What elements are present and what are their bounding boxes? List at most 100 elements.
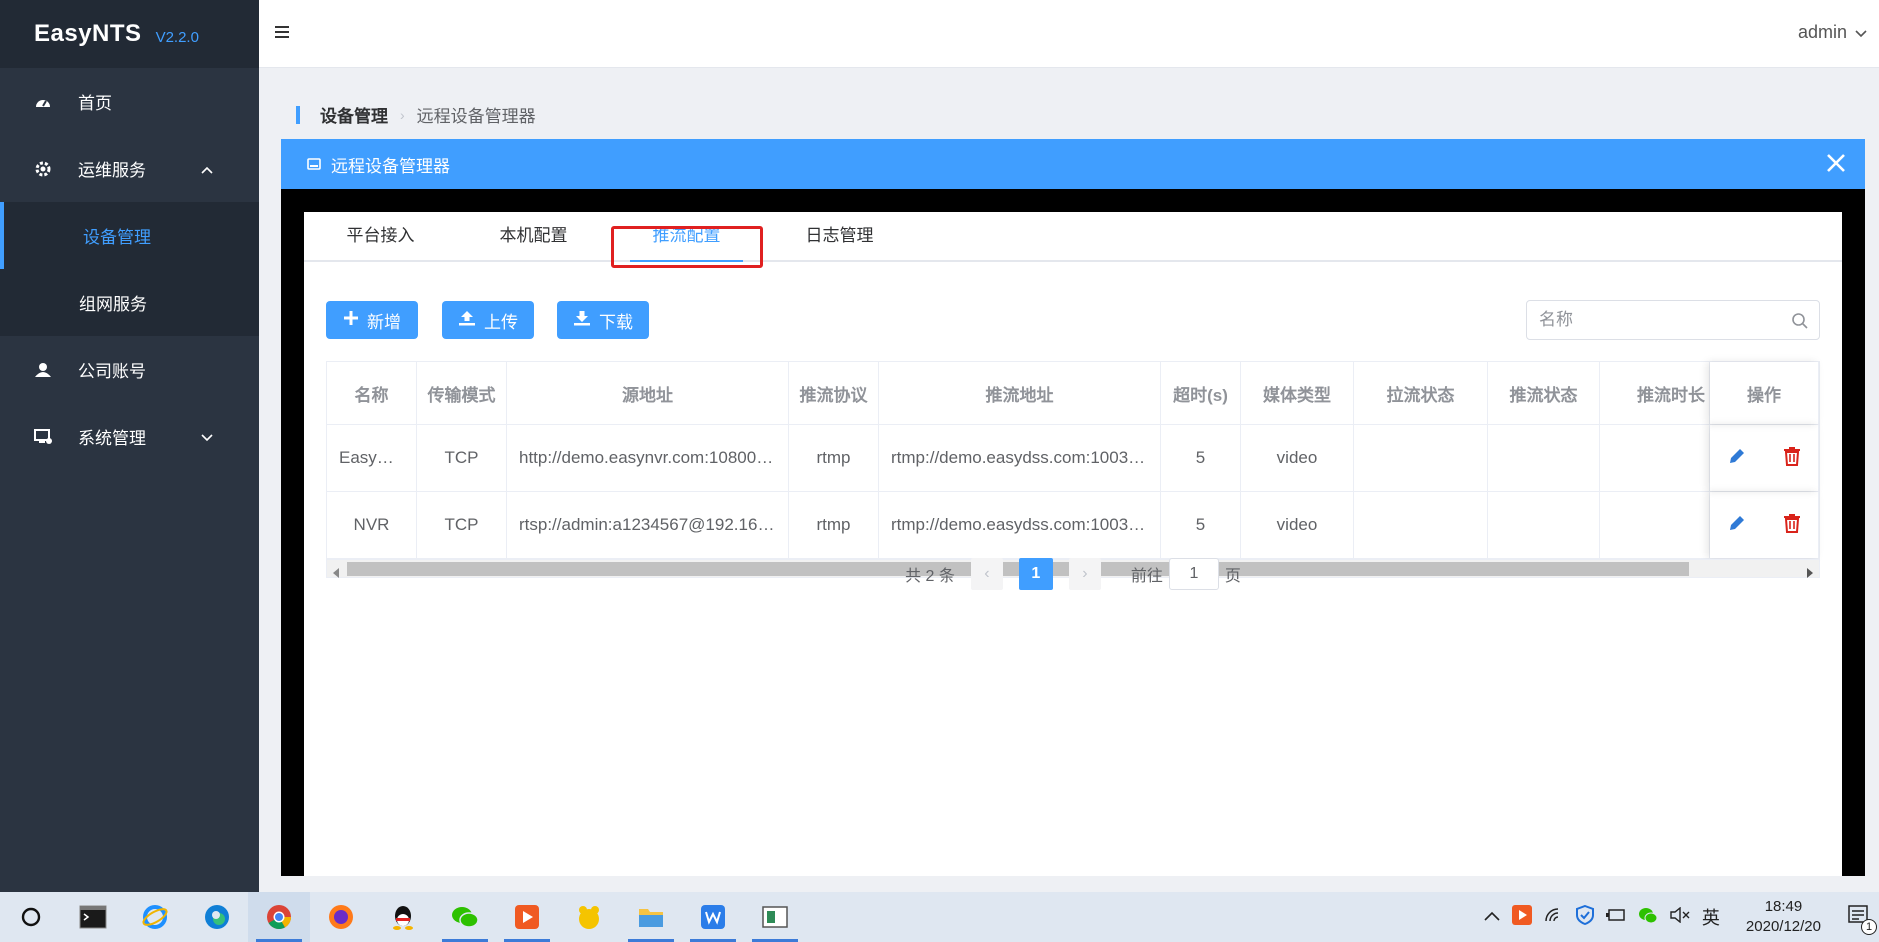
cell-operations bbox=[1710, 425, 1819, 491]
cell-timeout: 5 bbox=[1161, 492, 1241, 558]
edit-pencil-icon[interactable] bbox=[1727, 446, 1747, 471]
sidebar-item-label: 公司账号 bbox=[78, 362, 146, 381]
tab-stream-push-config[interactable]: 推流配置 bbox=[610, 212, 763, 262]
delete-trash-icon[interactable] bbox=[1783, 513, 1801, 538]
wechat-icon[interactable] bbox=[434, 892, 496, 942]
qq-icon[interactable] bbox=[372, 892, 434, 942]
app-logo: EasyNTS V2.2.0 bbox=[0, 0, 259, 68]
terminal-icon[interactable] bbox=[62, 892, 124, 942]
sidebar-item-label: 组网服务 bbox=[79, 295, 147, 314]
sidebar-item-network-service[interactable]: 组网服务 bbox=[0, 269, 259, 336]
sidebar-item-ops[interactable]: 运维服务 bbox=[0, 135, 259, 202]
ime-indicator[interactable]: 英 bbox=[1702, 904, 1720, 930]
cell-text: http://demo.easynvr.com:10800/flv… bbox=[519, 448, 776, 467]
system-tray: 英 18:49 2020/12/20 1 bbox=[1484, 892, 1879, 942]
dialog-body: 平台接入 本机配置 推流配置 日志管理 新增 上传 下载 名称 名称 传输模式 … bbox=[304, 212, 1842, 876]
table-header: 名称 传输模式 源地址 推流协议 推流地址 超时(s) 媒体类型 拉流状态 推流… bbox=[327, 362, 1819, 425]
edge-icon[interactable] bbox=[186, 892, 248, 942]
sidebar-item-label: 运维服务 bbox=[78, 161, 146, 180]
cell-media-type: video bbox=[1241, 425, 1354, 491]
chevron-down-icon bbox=[201, 427, 213, 447]
download-button[interactable]: 下载 bbox=[557, 301, 649, 339]
pagination-total: 共 2 条 bbox=[905, 568, 955, 585]
media-player-icon[interactable] bbox=[496, 892, 558, 942]
col-header-source-address: 源地址 bbox=[507, 362, 789, 424]
tab-platform-access[interactable]: 平台接入 bbox=[304, 212, 457, 260]
col-header-media-type: 媒体类型 bbox=[1241, 362, 1354, 424]
username: admin bbox=[1797, 22, 1847, 42]
monitor-settings-icon bbox=[34, 428, 52, 446]
file-explorer-icon[interactable] bbox=[620, 892, 682, 942]
chevron-right-icon: › bbox=[400, 106, 405, 123]
clock-date: 2020/12/20 bbox=[1745, 918, 1821, 935]
chevron-up-icon[interactable] bbox=[1484, 908, 1500, 926]
col-header-push-duration: 推流时长 bbox=[1600, 362, 1710, 424]
remote-device-dialog: 远程设备管理器 平台接入 本机配置 推流配置 日志管理 新增 上传 下载 名称 … bbox=[281, 139, 1865, 876]
breadcrumb-current: 远程设备管理器 bbox=[416, 107, 536, 126]
clock-time: 18:49 bbox=[1764, 898, 1803, 915]
cell-name: NVR bbox=[327, 492, 417, 558]
pagination: 共 2 条 ‹ 1 › 前往 页 bbox=[304, 558, 1842, 590]
wps-icon[interactable] bbox=[682, 892, 744, 942]
tab-log-management[interactable]: 日志管理 bbox=[763, 212, 916, 260]
sidebar-item-system-management[interactable]: 系统管理 bbox=[0, 403, 259, 470]
search-input[interactable] bbox=[1539, 310, 1779, 330]
cell-operations bbox=[1710, 492, 1819, 558]
add-button[interactable]: 新增 bbox=[326, 301, 418, 339]
delete-trash-icon[interactable] bbox=[1783, 446, 1801, 471]
search-icon[interactable] bbox=[1791, 312, 1809, 335]
cell-push-protocol: rtmp bbox=[789, 425, 879, 491]
dialog-header: 远程设备管理器 bbox=[281, 139, 1865, 189]
volume-muted-icon[interactable] bbox=[1670, 906, 1690, 928]
notification-center-icon[interactable]: 1 bbox=[1847, 904, 1877, 935]
sidebar-item-device-management[interactable]: 设备管理 bbox=[0, 202, 259, 269]
app-yellow-icon[interactable] bbox=[558, 892, 620, 942]
wifi-icon[interactable] bbox=[1544, 907, 1564, 928]
ie-icon[interactable] bbox=[124, 892, 186, 942]
cell-push-status bbox=[1488, 425, 1600, 491]
cell-source-address: rtsp://admin:a1234567@192.168.… bbox=[507, 492, 789, 558]
breadcrumb-parent[interactable]: 设备管理 bbox=[320, 102, 388, 127]
col-header-name: 名称 bbox=[327, 362, 417, 424]
cell-push-protocol: rtmp bbox=[789, 492, 879, 558]
upload-button[interactable]: 上传 bbox=[442, 301, 534, 339]
stream-config-table: 名称 传输模式 源地址 推流协议 推流地址 超时(s) 媒体类型 拉流状态 推流… bbox=[326, 361, 1820, 578]
battery-icon[interactable] bbox=[1605, 908, 1626, 927]
upload-button-label: 上传 bbox=[484, 312, 518, 332]
tab-local-config[interactable]: 本机配置 bbox=[457, 212, 610, 260]
sidebar-item-company-account[interactable]: 公司账号 bbox=[0, 336, 259, 403]
chrome-icon[interactable] bbox=[248, 892, 310, 942]
tray-app-icon[interactable] bbox=[1511, 904, 1532, 930]
shield-icon[interactable] bbox=[1575, 904, 1594, 930]
page-number-button[interactable]: 1 bbox=[1018, 558, 1053, 590]
edit-pencil-icon[interactable] bbox=[1727, 513, 1747, 538]
close-icon[interactable] bbox=[1825, 152, 1847, 179]
cell-pull-status bbox=[1354, 492, 1488, 558]
upload-icon bbox=[458, 310, 476, 331]
col-header-transport-mode: 传输模式 bbox=[417, 362, 507, 424]
name-search-box bbox=[1526, 300, 1820, 340]
col-header-timeout: 超时(s) bbox=[1161, 362, 1241, 424]
table-row[interactable]: NVR TCP rtsp://admin:a1234567@192.168.… … bbox=[327, 492, 1819, 559]
table-row[interactable]: EasyN… TCP http://demo.easynvr.com:10800… bbox=[327, 425, 1819, 492]
breadcrumb-accent-bar bbox=[296, 105, 300, 124]
next-page-button[interactable]: › bbox=[1068, 558, 1101, 590]
cell-text: rtmp://demo.easydss.com:10035/h… bbox=[891, 448, 1148, 467]
user-menu[interactable]: admin bbox=[1798, 22, 1867, 43]
cell-push-duration bbox=[1600, 492, 1710, 558]
monitor-app-icon[interactable] bbox=[744, 892, 806, 942]
cell-transport-mode: TCP bbox=[417, 492, 507, 558]
drive-icon bbox=[307, 158, 321, 170]
firefox-icon[interactable] bbox=[310, 892, 372, 942]
goto-page-input[interactable] bbox=[1168, 558, 1219, 590]
cell-push-address: rtmp://demo.easydss.com:10035/h… bbox=[879, 425, 1161, 491]
cell-media-type: video bbox=[1241, 492, 1354, 558]
clock[interactable]: 18:49 2020/12/20 bbox=[1746, 897, 1821, 937]
top-header: admin bbox=[259, 0, 1879, 68]
cortana-icon[interactable] bbox=[0, 892, 62, 942]
wechat-tray-icon[interactable] bbox=[1638, 906, 1658, 929]
prev-page-button[interactable]: ‹ bbox=[970, 558, 1003, 590]
sidebar-item-home[interactable]: 首页 bbox=[0, 68, 259, 135]
col-header-operations: 操作 bbox=[1710, 362, 1819, 424]
hamburger-menu-icon[interactable] bbox=[275, 24, 291, 44]
